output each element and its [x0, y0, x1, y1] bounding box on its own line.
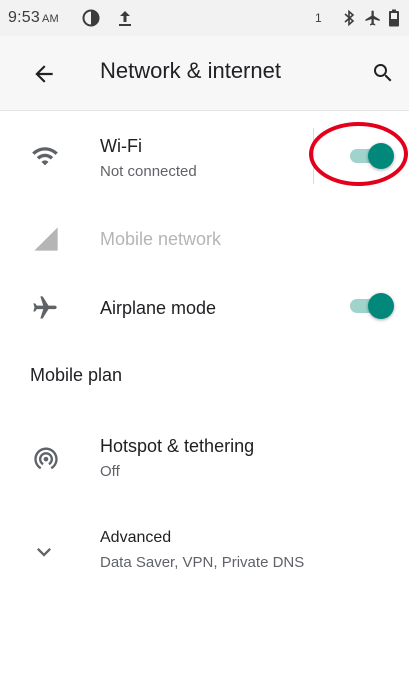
- airplane-toggle-thumb: [368, 293, 394, 319]
- page-title: Network & internet: [100, 58, 281, 83]
- wifi-subtitle: Not connected: [100, 163, 197, 180]
- wifi-title: Wi-Fi: [100, 136, 142, 156]
- chevron-down-icon: [37, 548, 51, 557]
- hotspot-subtitle: Off: [100, 463, 120, 480]
- status-bar: 9:53 AM 1: [0, 0, 409, 36]
- back-arrow-icon[interactable]: [31, 61, 57, 87]
- airplane-mode-toggle[interactable]: [350, 291, 394, 321]
- mobile-plan-item[interactable]: Mobile plan: [30, 365, 122, 386]
- app-bar-divider: [0, 110, 409, 111]
- wifi-divider: [313, 128, 314, 184]
- upload-icon: [119, 11, 131, 26]
- mobile-network-title: Mobile network: [100, 229, 222, 249]
- status-time-value: 9:53: [8, 9, 40, 26]
- data-saver-icon: [82, 9, 100, 27]
- wifi-icon: [32, 147, 58, 166]
- airplane-mode-title: Airplane mode: [100, 298, 217, 318]
- hotspot-title: Hotspot & tethering: [100, 436, 255, 456]
- battery-icon: [389, 9, 399, 27]
- advanced-title: Advanced: [100, 529, 172, 546]
- hotspot-icon: [34, 447, 58, 470]
- wifi-toggle[interactable]: [350, 141, 394, 171]
- airplane-status-icon: [365, 10, 380, 26]
- airplane-icon: [33, 296, 57, 319]
- status-time: 9:53 AM: [8, 9, 59, 27]
- signal-icon: [34, 227, 58, 251]
- search-icon[interactable]: [371, 61, 395, 85]
- advanced-subtitle: Data Saver, VPN, Private DNS: [100, 554, 305, 571]
- settings-screen: 9:53 AM 1 Network & internet Wi-Fi Not c…: [0, 0, 409, 684]
- bluetooth-icon: [344, 9, 355, 27]
- status-time-ampm: AM: [41, 13, 59, 25]
- notification-count: 1: [315, 11, 322, 25]
- wifi-toggle-thumb: [368, 143, 394, 169]
